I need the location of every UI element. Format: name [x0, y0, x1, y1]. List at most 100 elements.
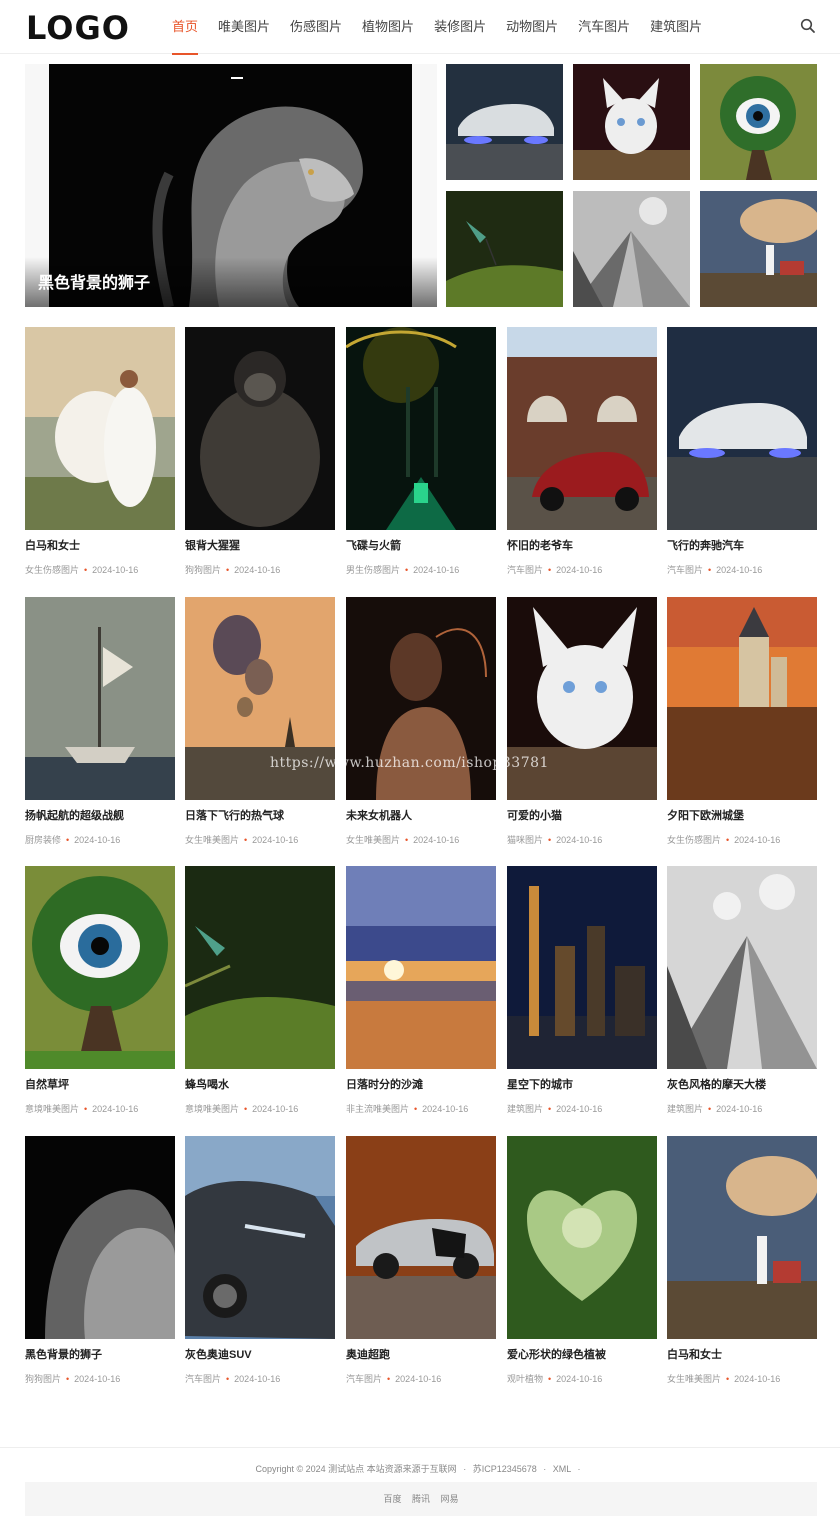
- image-card[interactable]: 白马和女士 女生伤感图片 • 2024-10-16: [25, 327, 175, 589]
- image-card[interactable]: 蜂鸟喝水 意境唯美图片 • 2024-10-16: [185, 866, 335, 1128]
- card-title[interactable]: 爱心形状的绿色植被: [507, 1346, 606, 1362]
- card-image[interactable]: [185, 327, 335, 530]
- featured-thumb-flying-car[interactable]: [446, 64, 563, 180]
- friend-link-baidu[interactable]: 百度: [383, 1494, 401, 1504]
- card-title[interactable]: 日落下飞行的热气球: [185, 807, 284, 823]
- card-category[interactable]: 汽车图片: [667, 565, 703, 575]
- nav-item-animals[interactable]: 动物图片: [496, 0, 568, 54]
- card-title[interactable]: 飞碟与火箭: [346, 537, 401, 553]
- nav-item-cars[interactable]: 汽车图片: [568, 0, 640, 54]
- image-card[interactable]: 日落时分的沙滩 非主流唯美图片 • 2024-10-16: [346, 866, 496, 1128]
- friend-link-tencent[interactable]: 腾讯: [412, 1494, 430, 1504]
- card-category[interactable]: 男生伤感图片: [346, 565, 400, 575]
- image-card[interactable]: 黑色背景的狮子 狗狗图片 • 2024-10-16: [25, 1136, 175, 1398]
- card-category[interactable]: 女生伤感图片: [25, 565, 79, 575]
- nav-item-beautiful[interactable]: 唯美图片: [208, 0, 280, 54]
- card-title[interactable]: 飞行的奔驰汽车: [667, 537, 744, 553]
- card-category[interactable]: 建筑图片: [507, 1104, 543, 1114]
- image-card[interactable]: 扬帆起航的超级战舰 厨房装修 • 2024-10-16: [25, 597, 175, 859]
- search-button[interactable]: [800, 18, 816, 34]
- card-image[interactable]: [507, 866, 657, 1069]
- card-image[interactable]: [667, 1136, 817, 1339]
- card-category[interactable]: 狗狗图片: [25, 1374, 61, 1384]
- card-image[interactable]: [185, 1136, 335, 1339]
- nav-item-plants[interactable]: 植物图片: [352, 0, 424, 54]
- featured-thumb-skyscraper[interactable]: [573, 191, 690, 307]
- featured-thumb-lighthouse[interactable]: [700, 191, 817, 307]
- card-category[interactable]: 狗狗图片: [185, 565, 221, 575]
- slider-indicator[interactable]: [231, 77, 243, 79]
- card-title[interactable]: 日落时分的沙滩: [346, 1076, 423, 1092]
- card-title[interactable]: 星空下的城市: [507, 1076, 573, 1092]
- image-card[interactable]: 灰色奥迪SUV 汽车图片 • 2024-10-16: [185, 1136, 335, 1398]
- card-title[interactable]: 银背大猩猩: [185, 537, 240, 553]
- card-category[interactable]: 厨房装修: [25, 835, 61, 845]
- card-image[interactable]: [185, 866, 335, 1069]
- image-card[interactable]: 可爱的小猫 猫咪图片 • 2024-10-16: [507, 597, 657, 859]
- image-card[interactable]: 怀旧的老爷车 汽车图片 • 2024-10-16: [507, 327, 657, 589]
- card-title[interactable]: 奥迪超跑: [346, 1346, 390, 1362]
- featured-thumb-kitten[interactable]: [573, 64, 690, 180]
- card-title[interactable]: 白马和女士: [25, 537, 80, 553]
- card-image[interactable]: [25, 327, 175, 530]
- card-category[interactable]: 汽车图片: [185, 1374, 221, 1384]
- site-logo[interactable]: LOGO: [26, 9, 130, 47]
- card-image[interactable]: [346, 866, 496, 1069]
- nav-item-home[interactable]: 首页: [162, 0, 208, 55]
- card-image[interactable]: [346, 327, 496, 530]
- card-category[interactable]: 观叶植物: [507, 1374, 543, 1384]
- card-image[interactable]: [667, 597, 817, 800]
- featured-thumb-hummingbird[interactable]: [446, 191, 563, 307]
- image-card[interactable]: 爱心形状的绿色植被 观叶植物 • 2024-10-16: [507, 1136, 657, 1398]
- image-card[interactable]: 日落下飞行的热气球 女生唯美图片 • 2024-10-16: [185, 597, 335, 859]
- image-card[interactable]: 飞行的奔驰汽车 汽车图片 • 2024-10-16: [667, 327, 817, 589]
- card-title[interactable]: 灰色风格的摩天大楼: [667, 1076, 766, 1092]
- card-category[interactable]: 意境唯美图片: [25, 1104, 79, 1114]
- card-category[interactable]: 女生唯美图片: [185, 835, 239, 845]
- card-image[interactable]: [667, 866, 817, 1069]
- card-title[interactable]: 可爱的小猫: [507, 807, 562, 823]
- card-image[interactable]: [25, 597, 175, 800]
- card-image[interactable]: [507, 327, 657, 530]
- image-card[interactable]: 白马和女士 女生唯美图片 • 2024-10-16: [667, 1136, 817, 1398]
- image-card[interactable]: 夕阳下欧洲城堡 女生伤感图片 • 2024-10-16: [667, 597, 817, 859]
- image-card[interactable]: 奥迪超跑 汽车图片 • 2024-10-16: [346, 1136, 496, 1398]
- card-category[interactable]: 建筑图片: [667, 1104, 703, 1114]
- featured-thumb-eye-tree[interactable]: [700, 64, 817, 180]
- card-category[interactable]: 女生伤感图片: [667, 835, 721, 845]
- card-image[interactable]: [346, 1136, 496, 1339]
- nav-item-sad[interactable]: 伤感图片: [280, 0, 352, 54]
- card-category[interactable]: 汽车图片: [507, 565, 543, 575]
- card-category[interactable]: 女生唯美图片: [346, 835, 400, 845]
- friend-link-netease[interactable]: 网易: [441, 1494, 459, 1504]
- image-card[interactable]: 未来女机器人 女生唯美图片 • 2024-10-16: [346, 597, 496, 859]
- card-title[interactable]: 蜂鸟喝水: [185, 1076, 229, 1092]
- card-image[interactable]: [25, 866, 175, 1069]
- card-title[interactable]: 白马和女士: [667, 1346, 722, 1362]
- card-category[interactable]: 意境唯美图片: [185, 1104, 239, 1114]
- card-title[interactable]: 灰色奥迪SUV: [185, 1346, 252, 1362]
- card-title[interactable]: 黑色背景的狮子: [25, 1346, 102, 1362]
- card-title[interactable]: 未来女机器人: [346, 807, 412, 823]
- image-card[interactable]: 飞碟与火箭 男生伤感图片 • 2024-10-16: [346, 327, 496, 589]
- card-title[interactable]: 自然草坪: [25, 1076, 69, 1092]
- card-category[interactable]: 非主流唯美图片: [346, 1104, 409, 1114]
- image-card[interactable]: 银背大猩猩 狗狗图片 • 2024-10-16: [185, 327, 335, 589]
- card-category[interactable]: 女生唯美图片: [667, 1374, 721, 1384]
- image-card[interactable]: 星空下的城市 建筑图片 • 2024-10-16: [507, 866, 657, 1128]
- card-image[interactable]: [25, 1136, 175, 1339]
- card-title[interactable]: 夕阳下欧洲城堡: [667, 807, 744, 823]
- nav-item-architecture[interactable]: 建筑图片: [640, 0, 712, 54]
- xml-link[interactable]: XML: [553, 1464, 571, 1474]
- card-category[interactable]: 猫咪图片: [507, 835, 543, 845]
- card-title[interactable]: 怀旧的老爷车: [507, 537, 573, 553]
- image-card[interactable]: 自然草坪 意境唯美图片 • 2024-10-16: [25, 866, 175, 1128]
- card-image[interactable]: [667, 327, 817, 530]
- icp-link[interactable]: 苏ICP12345678: [473, 1464, 537, 1474]
- image-card[interactable]: 灰色风格的摩天大楼 建筑图片 • 2024-10-16: [667, 866, 817, 1128]
- card-title[interactable]: 扬帆起航的超级战舰: [25, 807, 124, 823]
- card-category[interactable]: 汽车图片: [346, 1374, 382, 1384]
- hero-slide[interactable]: 黑色背景的狮子: [25, 64, 437, 307]
- nav-item-decoration[interactable]: 装修图片: [424, 0, 496, 54]
- card-image[interactable]: [507, 1136, 657, 1339]
